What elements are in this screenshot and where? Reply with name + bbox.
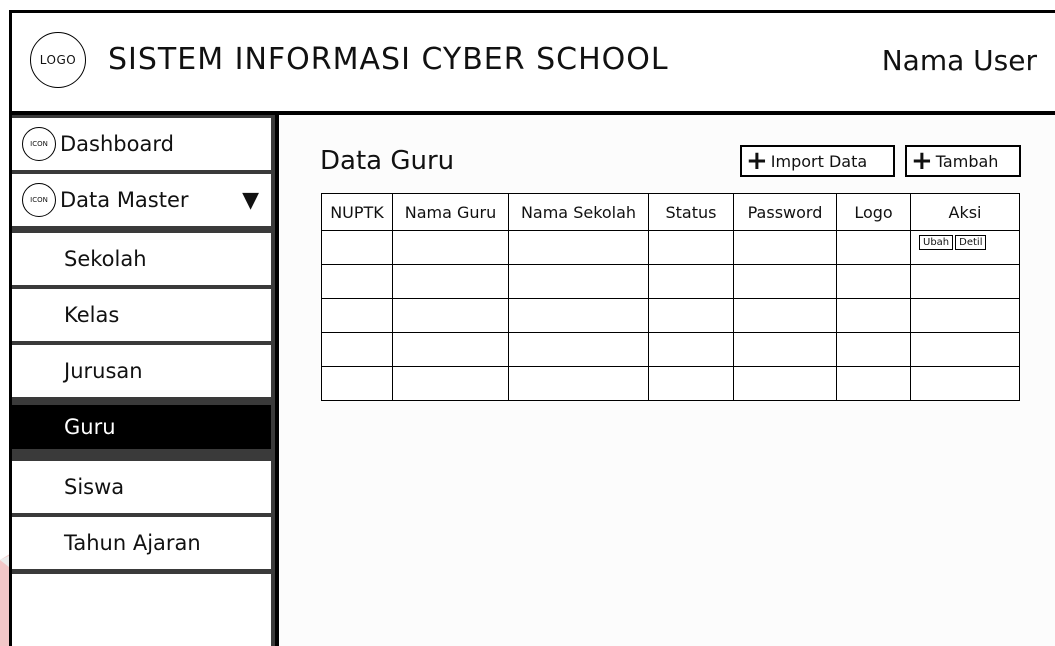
column-header-nama-sekolah[interactable]: Nama Sekolah — [508, 193, 649, 231]
sidebar-item-guru[interactable]: Guru — [12, 405, 271, 449]
table-cell — [508, 298, 649, 333]
table-cell — [836, 332, 911, 367]
add-button[interactable]: + Tambah — [905, 145, 1021, 177]
import-data-button[interactable]: + Import Data — [740, 145, 895, 177]
sidebar-item-label: Data Master — [60, 188, 189, 212]
edit-button[interactable]: Ubah — [919, 235, 954, 250]
table-cell — [392, 366, 509, 401]
sidebar-item-label: Kelas — [64, 303, 120, 327]
sidebar-item-dashboard[interactable]: ICON Dashboard — [12, 118, 271, 170]
sidebar-item-label: Jurusan — [64, 359, 143, 383]
sidebar-item-tahun-ajaran[interactable]: Tahun Ajaran — [12, 517, 271, 569]
sidebar-item-label: Sekolah — [64, 247, 147, 271]
sidebar-item-data-master[interactable]: ICON Data Master ▼ — [12, 174, 271, 226]
page-title: Data Guru — [320, 146, 455, 176]
table-cell — [321, 332, 393, 367]
detail-button[interactable]: Detil — [955, 235, 987, 250]
sidebar-empty-slot — [12, 574, 271, 646]
column-header-status[interactable]: Status — [648, 193, 734, 231]
sidebar-item-label: Siswa — [64, 475, 125, 499]
table-cell — [910, 332, 1020, 367]
guru-table: NUPTK Nama Guru Nama Sekolah Status Pass… — [321, 193, 1020, 401]
sidebar-item-label: Dashboard — [60, 132, 174, 156]
table-cell — [508, 264, 649, 299]
table-cell — [321, 230, 393, 265]
column-header-logo[interactable]: Logo — [836, 193, 911, 231]
table-cell — [321, 264, 393, 299]
dashboard-icon: ICON — [22, 127, 56, 161]
table-cell — [648, 264, 734, 299]
table-cell — [836, 298, 911, 333]
caret-down-icon: ▼ — [242, 187, 259, 213]
table-cell — [321, 298, 393, 333]
table-row: Ubah Detil — [321, 230, 1020, 265]
table-row — [321, 298, 1020, 333]
table-cell — [836, 366, 911, 401]
table-row — [321, 332, 1020, 367]
table-row — [321, 264, 1020, 299]
table-cell — [508, 230, 649, 265]
add-label: Tambah — [935, 151, 999, 171]
plus-icon: + — [746, 146, 768, 176]
app-title: SISTEM INFORMASI CYBER SCHOOL — [108, 42, 669, 77]
sidebar-item-label: Guru — [64, 415, 116, 439]
table-cell — [733, 332, 837, 367]
table-cell — [392, 264, 509, 299]
table-cell — [733, 230, 837, 265]
row-actions: Ubah Detil — [919, 235, 1019, 250]
table-cell — [648, 332, 734, 367]
table-cell — [910, 264, 1020, 299]
table-cell — [392, 332, 509, 367]
column-header-password[interactable]: Password — [733, 193, 837, 231]
data-master-icon: ICON — [22, 183, 56, 217]
table-cell — [733, 366, 837, 401]
table-cell — [648, 366, 734, 401]
sidebar-item-label: Tahun Ajaran — [64, 531, 201, 555]
sidebar-item-jurusan[interactable]: Jurusan — [12, 345, 271, 397]
table-cell — [392, 298, 509, 333]
table-cell — [392, 230, 509, 265]
table-cell — [508, 332, 649, 367]
table-cell — [648, 298, 734, 333]
plus-icon: + — [911, 146, 933, 176]
table-cell — [648, 230, 734, 265]
table-header-row: NUPTK Nama Guru Nama Sekolah Status Pass… — [321, 193, 1020, 231]
table-cell — [508, 366, 649, 401]
table-cell — [910, 298, 1020, 333]
table-cell — [733, 264, 837, 299]
logo: LOGO — [30, 32, 86, 88]
table-cell — [836, 264, 911, 299]
sidebar-item-sekolah[interactable]: Sekolah — [12, 233, 271, 285]
table-cell-aksi: Ubah Detil — [910, 230, 1020, 265]
import-data-label: Import Data — [770, 151, 868, 171]
table-cell — [836, 230, 911, 265]
sidebar-item-kelas[interactable]: Kelas — [12, 289, 271, 341]
column-header-aksi: Aksi — [910, 193, 1020, 231]
column-header-nuptk[interactable]: NUPTK — [321, 193, 393, 231]
table-row — [321, 366, 1020, 401]
column-header-nama-guru[interactable]: Nama Guru — [392, 193, 509, 231]
table-cell — [733, 298, 837, 333]
sidebar-item-siswa[interactable]: Siswa — [12, 461, 271, 513]
table-cell — [910, 366, 1020, 401]
table-cell — [321, 366, 393, 401]
user-name[interactable]: Nama User — [882, 44, 1037, 77]
